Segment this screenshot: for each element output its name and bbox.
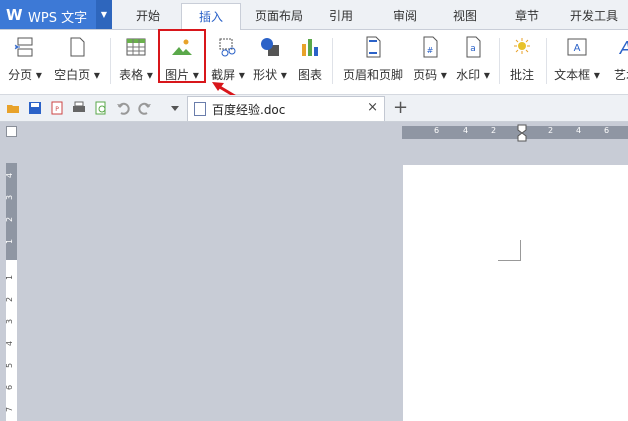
wps-logo-icon: W <box>6 6 23 24</box>
ruler-tick: 6 <box>434 126 440 135</box>
ruler-tick: 4 <box>5 340 15 347</box>
page-number-button[interactable]: # 页码 ▾ <box>410 30 450 94</box>
tab-references[interactable]: 引用 <box>318 0 364 29</box>
ruler-tick: 1 <box>5 238 15 245</box>
document-tab[interactable]: 百度经验.doc × <box>187 96 385 121</box>
textbox-label: 文本框 ▾ <box>554 68 600 82</box>
table-label: 表格 ▾ <box>119 68 153 82</box>
wordart-icon: A <box>619 38 628 58</box>
table-button[interactable]: 表格 ▾ <box>116 30 156 94</box>
ribbon-divider <box>499 38 500 84</box>
textbox-icon: A <box>567 38 587 56</box>
ribbon-divider <box>332 38 333 84</box>
tab-developer[interactable]: 开发工具 <box>563 0 625 29</box>
ribbon-divider <box>110 38 111 84</box>
ruler-tick: 4 <box>576 126 582 135</box>
header-footer-label: 页眉和页脚 <box>342 68 403 82</box>
page-number-icon: # <box>423 36 438 58</box>
page-break-label: 分页 ▾ <box>8 68 42 82</box>
ruler-tick: 4 <box>5 172 15 179</box>
page-break-button[interactable]: 分页 ▾ <box>4 30 46 94</box>
ruler-tick: 6 <box>604 126 610 135</box>
save-icon[interactable] <box>28 101 42 115</box>
print-preview-icon[interactable] <box>94 101 108 115</box>
screenshot-icon <box>219 38 236 57</box>
blank-page-button[interactable]: 空白页 ▾ <box>50 30 104 94</box>
app-dropdown-icon[interactable]: ▼ <box>96 0 112 29</box>
chart-icon <box>302 39 318 56</box>
margin-corner-mark <box>498 240 521 261</box>
tab-review[interactable]: 审阅 <box>382 0 428 29</box>
redo-icon[interactable] <box>138 101 152 115</box>
ruler-tick: 4 <box>463 126 469 135</box>
tab-view[interactable]: 视图 <box>442 0 488 29</box>
document-icon <box>194 102 206 116</box>
wordart-button[interactable]: A 艺术 <box>606 30 628 94</box>
ruler-tick: 3 <box>5 318 15 325</box>
document-tab-title: 百度经验.doc <box>212 103 286 117</box>
ruler-tick: 7 <box>5 406 15 413</box>
ruler-tick: 2 <box>5 216 15 223</box>
comment-button[interactable]: 批注 <box>504 30 540 94</box>
menu-bar: W WPS 文字 ▼ 开始 插入 页面布局 引用 审阅 视图 章节 开发工具 <box>0 0 628 31</box>
svg-text:#: # <box>427 46 434 55</box>
horizontal-ruler[interactable]: 6 4 2 2 4 6 <box>402 124 628 142</box>
undo-icon[interactable] <box>116 101 130 115</box>
ruler-tick: 5 <box>5 362 15 369</box>
print-icon[interactable] <box>72 101 86 115</box>
ruler-tick: 1 <box>5 274 15 281</box>
tab-insert[interactable]: 插入 <box>181 3 241 31</box>
new-tab-button[interactable]: + <box>393 97 408 118</box>
app-menu-button[interactable]: W WPS 文字 ▼ <box>0 0 112 29</box>
svg-text:A: A <box>619 38 628 58</box>
chart-label: 图表 <box>297 68 322 82</box>
blank-page-label: 空白页 ▾ <box>54 68 100 82</box>
tab-home[interactable]: 开始 <box>124 0 172 29</box>
wordart-label: 艺术 <box>614 68 628 82</box>
picture-highlight-box <box>158 29 206 83</box>
shapes-label: 形状 ▾ <box>253 68 287 82</box>
indent-marker-icon[interactable] <box>517 124 527 142</box>
comment-icon <box>514 38 530 54</box>
watermark-brand: Bai du 经验 <box>478 360 608 385</box>
page-number-label: 页码 ▾ <box>413 68 447 82</box>
comment-label: 批注 <box>509 68 534 82</box>
svg-text:P: P <box>55 106 59 113</box>
open-folder-icon[interactable] <box>6 101 20 115</box>
shapes-icon <box>261 38 279 56</box>
close-tab-icon[interactable]: × <box>367 100 378 115</box>
ruler-tick: 2 <box>491 126 497 135</box>
shapes-button[interactable]: 形状 ▾ <box>251 30 289 94</box>
watermark-icon: a <box>466 36 481 58</box>
tab-sections[interactable]: 章节 <box>504 0 550 29</box>
ruler-tick: 6 <box>5 384 15 391</box>
header-footer-icon <box>366 36 381 58</box>
page-break-icon <box>14 37 33 57</box>
watermark-button[interactable]: a 水印 ▾ <box>453 30 493 94</box>
chart-button[interactable]: 图表 <box>293 30 327 94</box>
table-icon <box>126 38 146 56</box>
blank-page-icon <box>70 37 85 57</box>
ruler-tick: 2 <box>548 126 554 135</box>
svg-text:A: A <box>574 43 581 54</box>
textbox-button[interactable]: A 文本框 ▾ <box>552 30 602 94</box>
watermark-url: jingyan.baidu.com <box>484 387 568 397</box>
ruler-tick: 2 <box>5 296 15 303</box>
customize-toolbar-icon[interactable] <box>168 101 182 115</box>
export-pdf-icon[interactable]: P <box>50 101 64 115</box>
ribbon-insert: 分页 ▾ 空白页 ▾ 表格 ▾ 图片 ▾ 截屏 ▾ 形状 ▾ 图表 页眉和页脚 … <box>0 30 628 95</box>
svg-text:a: a <box>470 44 476 54</box>
ruler-tick: 3 <box>5 194 15 201</box>
header-footer-button[interactable]: 页眉和页脚 <box>340 30 406 94</box>
vertical-ruler[interactable]: 4 3 2 1 1 2 3 4 5 6 7 <box>5 163 17 421</box>
tab-page-layout[interactable]: 页面布局 <box>248 0 310 29</box>
tab-stop-selector[interactable] <box>6 126 17 137</box>
app-name: WPS 文字 <box>28 11 88 26</box>
ribbon-divider <box>546 38 547 84</box>
watermark-label: 水印 ▾ <box>456 68 490 82</box>
